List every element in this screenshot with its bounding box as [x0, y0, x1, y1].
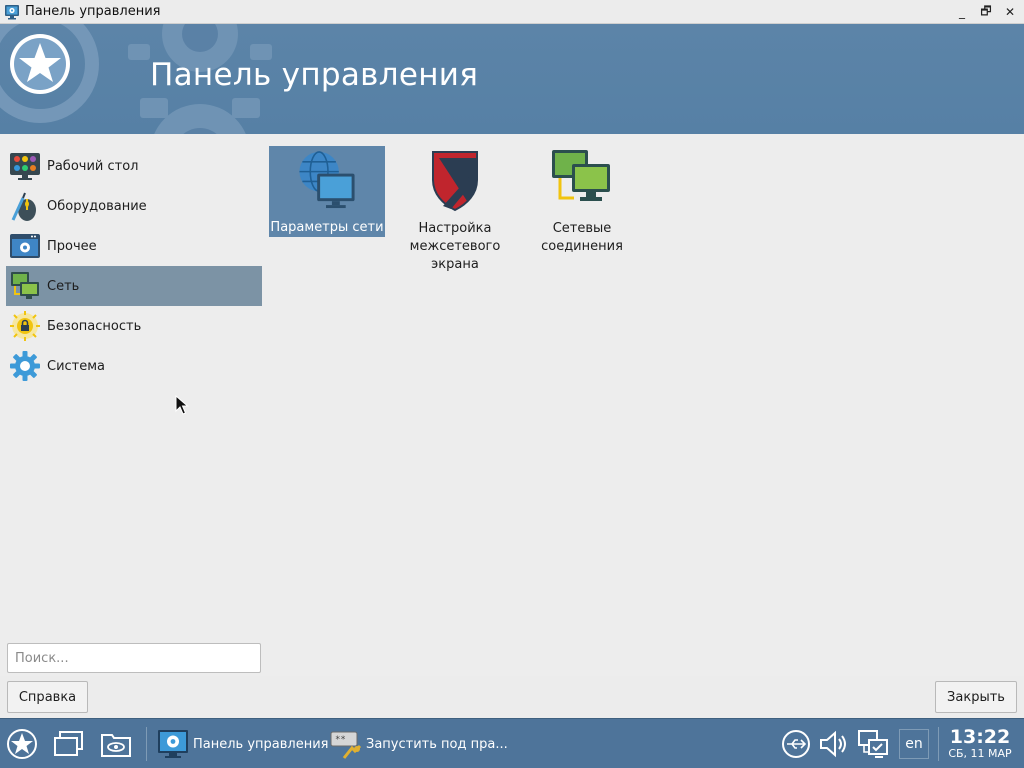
grid-item-label: Настройка межсетевого экрана [409, 221, 501, 272]
sidebar-item-label: Безопасность [47, 318, 142, 334]
sidebar-item-system[interactable]: Система [6, 346, 262, 386]
sidebar-item-label: Прочее [47, 238, 97, 254]
taskbar: Панель управления ** Запустить под пра..… [0, 718, 1024, 768]
keyboard-layout-indicator[interactable]: en [899, 729, 929, 759]
start-star-icon [7, 729, 37, 759]
close-window-button[interactable]: ✕ [1002, 4, 1018, 20]
title-bar: Панель управления _ 🗗 ✕ [0, 0, 1024, 24]
search-input[interactable] [7, 643, 261, 673]
folder-eye-icon [101, 734, 131, 757]
hardware-icon [8, 189, 42, 223]
sidebar-item-hardware[interactable]: Оборудование [6, 186, 262, 226]
network-icon [8, 269, 42, 303]
sidebar-item-other[interactable]: Прочее [6, 226, 262, 266]
file-manager-button[interactable] [100, 728, 132, 760]
taskbar-separator [146, 727, 147, 761]
sidebar-item-label: Система [47, 358, 106, 374]
firewall-settings-item[interactable]: Настройка межсетевого экрана [397, 146, 513, 274]
volume-tray-icon[interactable] [818, 728, 850, 760]
sidebar-item-desktop[interactable]: Рабочий стол [6, 146, 262, 186]
close-button[interactable]: Закрыть [935, 681, 1017, 713]
start-menu-button[interactable] [6, 728, 38, 760]
task-control-panel[interactable]: Панель управления [157, 725, 329, 763]
network-tray-icon[interactable] [857, 728, 889, 760]
sidebar-item-security[interactable]: Безопасность [6, 306, 262, 346]
maximize-button[interactable]: 🗗 [978, 4, 994, 20]
clock-date: СБ, 11 МАР [948, 747, 1012, 760]
clock-time: 13:22 [949, 726, 1011, 748]
help-button[interactable]: Справка [7, 681, 88, 713]
show-windows-button[interactable] [53, 728, 85, 760]
sidebar-item-network[interactable]: Сеть [6, 266, 262, 306]
banner-title: Панель управления [150, 57, 479, 93]
speaker-icon [820, 730, 846, 758]
category-sidebar: Рабочий стол Оборудование Прочее Сеть Бе… [6, 146, 262, 386]
dialog-button-bar: Справка Закрыть [0, 676, 1024, 718]
control-panel-app-icon [5, 4, 19, 19]
usb-tray-icon[interactable] [780, 728, 812, 760]
network-connections-icon [552, 150, 610, 201]
window-title: Панель управления [25, 4, 161, 19]
network-connections-item[interactable]: Сетевые соединения [524, 146, 640, 256]
network-status-icon [858, 730, 888, 758]
header-banner: Панель управления [0, 24, 1024, 134]
svg-text:**: ** [335, 735, 346, 745]
desktop-icon [8, 149, 42, 183]
windows-icon [54, 731, 83, 756]
sidebar-item-label: Оборудование [47, 198, 147, 214]
taskbar-separator [938, 727, 939, 761]
run-as-icon: ** [330, 731, 362, 759]
other-icon [8, 229, 42, 263]
control-panel-icon [158, 730, 188, 758]
network-settings-item[interactable]: Параметры сети [269, 146, 385, 237]
system-gear-icon [8, 349, 42, 383]
minimize-button[interactable]: _ [954, 4, 970, 20]
mouse-cursor-icon [175, 395, 189, 415]
network-settings-icon [299, 151, 355, 209]
task-run-as[interactable]: ** Запустить под пра... [330, 725, 508, 763]
grid-item-label: Сетевые соединения [541, 221, 623, 254]
usb-icon [782, 730, 810, 758]
task-label: Запустить под пра... [366, 736, 508, 752]
firewall-shield-icon [432, 151, 478, 212]
sidebar-item-label: Сеть [47, 278, 80, 294]
task-label: Панель управления [193, 736, 329, 752]
grid-item-label: Параметры сети [270, 220, 384, 235]
clock[interactable]: 13:22 СБ, 11 МАР [940, 727, 1020, 761]
security-icon [8, 309, 42, 343]
sidebar-item-label: Рабочий стол [47, 158, 139, 174]
